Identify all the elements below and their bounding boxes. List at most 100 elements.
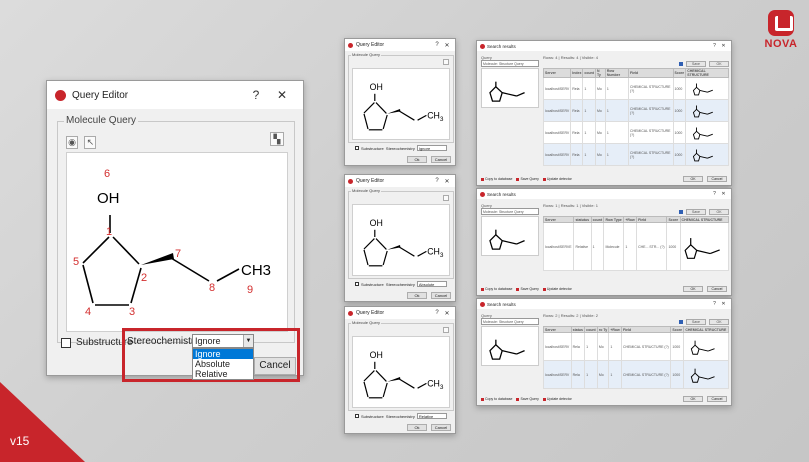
cancel-button[interactable]: Cancel [254, 357, 296, 375]
search-results-window-2: Search results ? ✕ Query Molecule: Struc… [476, 188, 732, 296]
col-header[interactable]: Index [570, 68, 584, 78]
query-select[interactable]: Molecule: Structure Query [481, 318, 539, 325]
help-button[interactable]: ? [710, 43, 719, 49]
ok-button[interactable]: OK [709, 61, 729, 67]
update-detector-button[interactable]: Update detector [542, 177, 572, 181]
query-select[interactable]: Molecule: Structure Query [481, 208, 539, 215]
col-header[interactable]: CHEMICAL STRUCTURE [685, 68, 729, 78]
col-header[interactable]: Row Number [604, 68, 629, 78]
ok-button[interactable]: OK [709, 209, 729, 215]
table-row[interactable]: localhost\SERVE Relative 1 Molecule 1 CHE... … [542, 222, 730, 271]
ok-button[interactable]: OK [683, 396, 703, 402]
substructure-checkbox[interactable] [61, 337, 71, 348]
save-query-button[interactable]: Save Query [516, 397, 539, 401]
table-row[interactable]: localhost\SERV Rela 1 Mo 1 CHEMICAL STRUCTURE… [542, 121, 729, 144]
chevron-down-icon[interactable]: ▼ [243, 335, 253, 347]
update-detector-button[interactable]: Update detector [542, 397, 572, 401]
table-row[interactable]: localhost\SERV Rela 1 Mo 1 CHEMICAL STRUCTURE… [542, 77, 729, 100]
filter-icon[interactable] [679, 320, 683, 324]
help-button[interactable]: ? [710, 301, 719, 307]
export-icon[interactable] [443, 195, 449, 201]
atom-label-5: 5 [73, 256, 79, 268]
query-editor-relative: Query Editor ? ✕ Molecule Query OH CH3 S… [344, 306, 456, 434]
ok-button[interactable]: OK [709, 319, 729, 325]
ok-button[interactable]: OK [683, 286, 703, 292]
copy-to-database-button[interactable]: Copy to database [481, 397, 512, 401]
save-button[interactable]: Save [686, 319, 706, 325]
stereochemistry-select[interactable]: Absolute [416, 281, 447, 287]
filter-icon[interactable] [679, 210, 683, 214]
stereochemistry-select[interactable]: Relative [416, 413, 447, 419]
update-detector-button[interactable]: Update detector [542, 287, 572, 291]
save-button[interactable]: Save [686, 209, 706, 215]
window-title: Search results [487, 43, 516, 49]
table-row[interactable]: localhost\SERV Rela 1 Mo 1 CHEMICAL STRUCTURE… [542, 99, 729, 122]
molecule-canvas[interactable]: OH CH3 [352, 204, 450, 276]
cell: localhost\SERV [542, 121, 572, 144]
molecule-canvas[interactable]: OH CH3 [352, 68, 450, 140]
close-button[interactable]: ✕ [269, 88, 295, 102]
help-button[interactable]: ? [432, 310, 442, 316]
col-header[interactable]: Score [672, 68, 687, 78]
stereo-option-absolute[interactable]: Absolute [193, 359, 253, 369]
cancel-button[interactable]: Cancel [431, 156, 451, 163]
close-button[interactable]: ✕ [442, 310, 452, 317]
col-header[interactable]: count [582, 68, 596, 78]
eye-icon[interactable]: ◉ [66, 136, 78, 149]
cancel-button[interactable]: Cancel [707, 286, 727, 292]
ok-button[interactable]: Ok [407, 292, 427, 299]
table-row[interactable]: localhost\SERV Rela 1 Mo 1 CHEMICAL STRUCTURE… [543, 360, 729, 389]
ok-button[interactable]: Ok [407, 156, 427, 163]
help-button[interactable]: ? [243, 88, 269, 102]
export-icon[interactable] [443, 59, 449, 65]
cell: localhost\SERV [542, 77, 572, 100]
substructure-checkbox[interactable] [355, 146, 359, 150]
table-row[interactable]: localhost\SERV Rela 1 Mo 1 CHEMICAL STRUCTURE… [543, 332, 729, 361]
query-select[interactable]: Molecule: Structure Query [481, 60, 539, 67]
status-label: Save Query [520, 287, 539, 291]
save-button[interactable]: Save [686, 61, 706, 67]
save-query-button[interactable]: Save Query [516, 177, 539, 181]
export-icon[interactable] [443, 327, 449, 333]
cancel-button[interactable]: Cancel [707, 396, 727, 402]
ok-button[interactable]: Ok [407, 424, 427, 431]
cell: Rela [570, 121, 584, 144]
col-header[interactable]: Server [542, 68, 572, 78]
structure-cell [685, 77, 729, 100]
stereochemistry-select[interactable]: Ignore [416, 145, 447, 151]
molecule-query-group: Molecule Query OH CH3 [348, 320, 454, 411]
save-query-button[interactable]: Save Query [516, 287, 539, 291]
close-button[interactable]: ✕ [719, 301, 728, 307]
substructure-checkbox[interactable] [355, 282, 359, 286]
close-button[interactable]: ✕ [442, 178, 452, 185]
substructure-label: Substructure [361, 281, 384, 287]
help-button[interactable]: ? [432, 178, 442, 184]
save-icon [516, 287, 520, 291]
cell: Rela [570, 143, 584, 166]
cancel-button[interactable]: Cancel [431, 292, 451, 299]
col-header[interactable]: N Ty [594, 68, 606, 78]
cancel-button[interactable]: Cancel [431, 424, 451, 431]
stereo-option-relative[interactable]: Relative [193, 369, 253, 379]
filter-icon[interactable] [679, 62, 683, 66]
cancel-button[interactable]: Cancel [707, 176, 727, 182]
table-row[interactable]: localhost\SERV Rela 1 Mo 1 CHEMICAL STRUCTURE… [542, 143, 729, 166]
stereo-option-ignore[interactable]: Ignore [193, 349, 253, 359]
molecule-canvas[interactable]: 6 OH 1 2 3 4 5 7 8 CH3 9 [66, 152, 288, 332]
help-button[interactable]: ? [432, 42, 442, 48]
copy-to-database-button[interactable]: Copy to database [481, 177, 512, 181]
ok-button[interactable]: OK [683, 176, 703, 182]
col-header[interactable]: Field [627, 68, 674, 78]
export-icon[interactable]: ▚ [270, 132, 284, 146]
molecule-structure: OH CH3 [363, 218, 444, 267]
pointer-icon[interactable]: ↖ [84, 136, 97, 149]
help-button[interactable]: ? [710, 191, 719, 197]
update-icon [542, 397, 546, 401]
copy-to-database-button[interactable]: Copy to database [481, 287, 512, 291]
stereochemistry-select[interactable]: Ignore ▼ [192, 334, 254, 348]
close-button[interactable]: ✕ [719, 43, 728, 49]
close-button[interactable]: ✕ [442, 42, 452, 49]
molecule-canvas[interactable]: OH CH3 [352, 336, 450, 408]
substructure-checkbox[interactable] [355, 414, 359, 418]
close-button[interactable]: ✕ [719, 191, 728, 197]
